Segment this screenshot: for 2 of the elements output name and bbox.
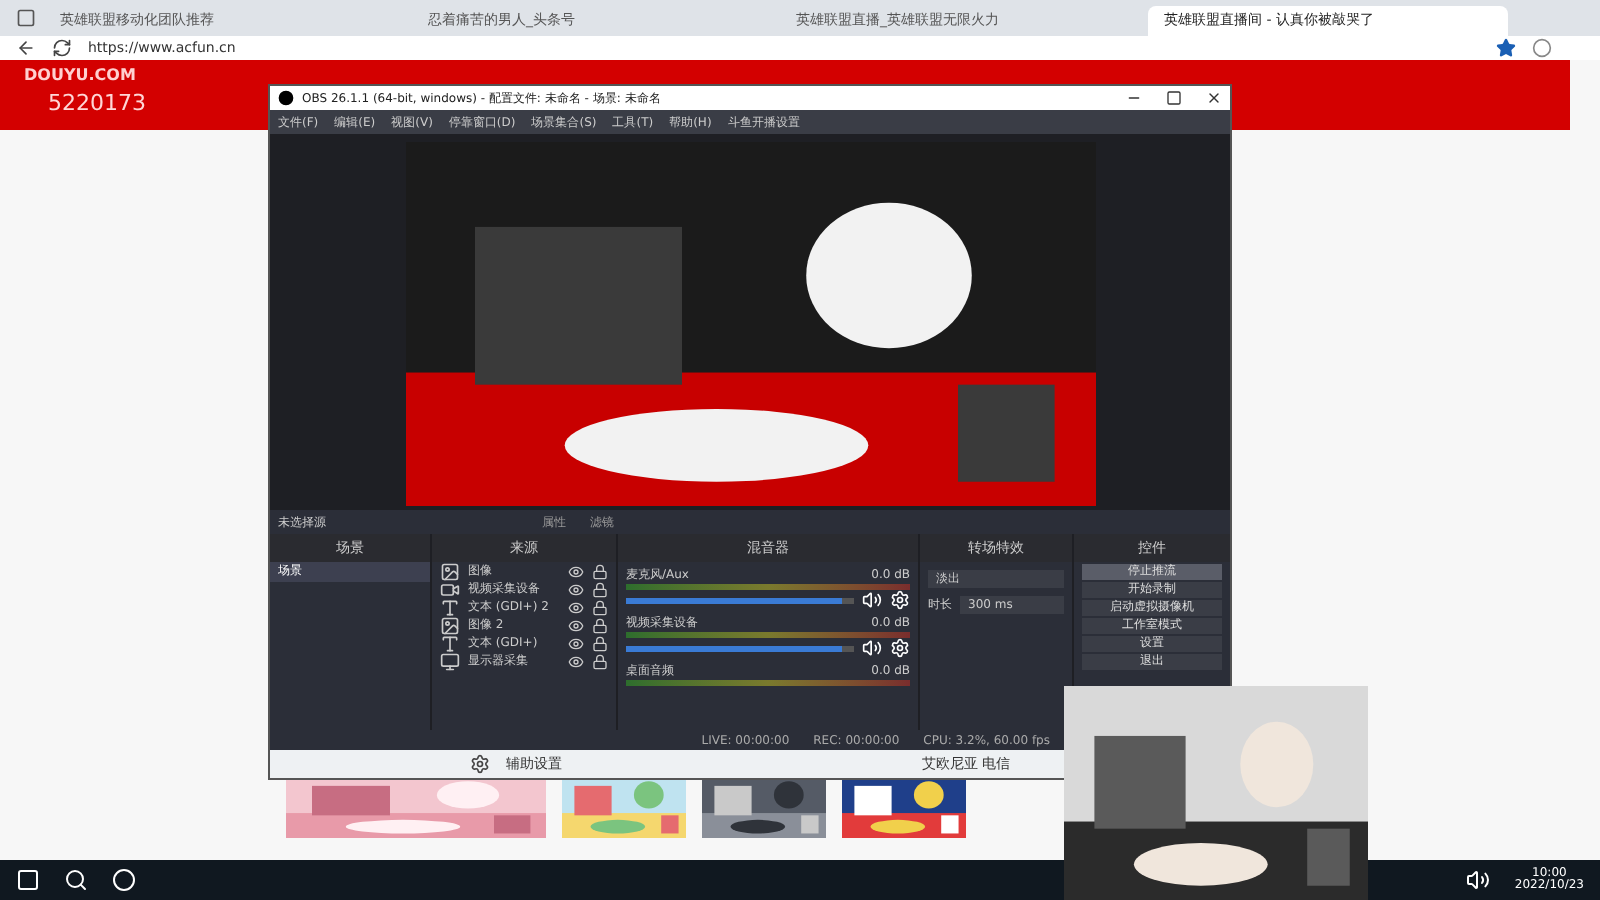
site-logo-text: DOUYU.COM [24,64,138,88]
room-number: 5220173 [48,88,146,120]
